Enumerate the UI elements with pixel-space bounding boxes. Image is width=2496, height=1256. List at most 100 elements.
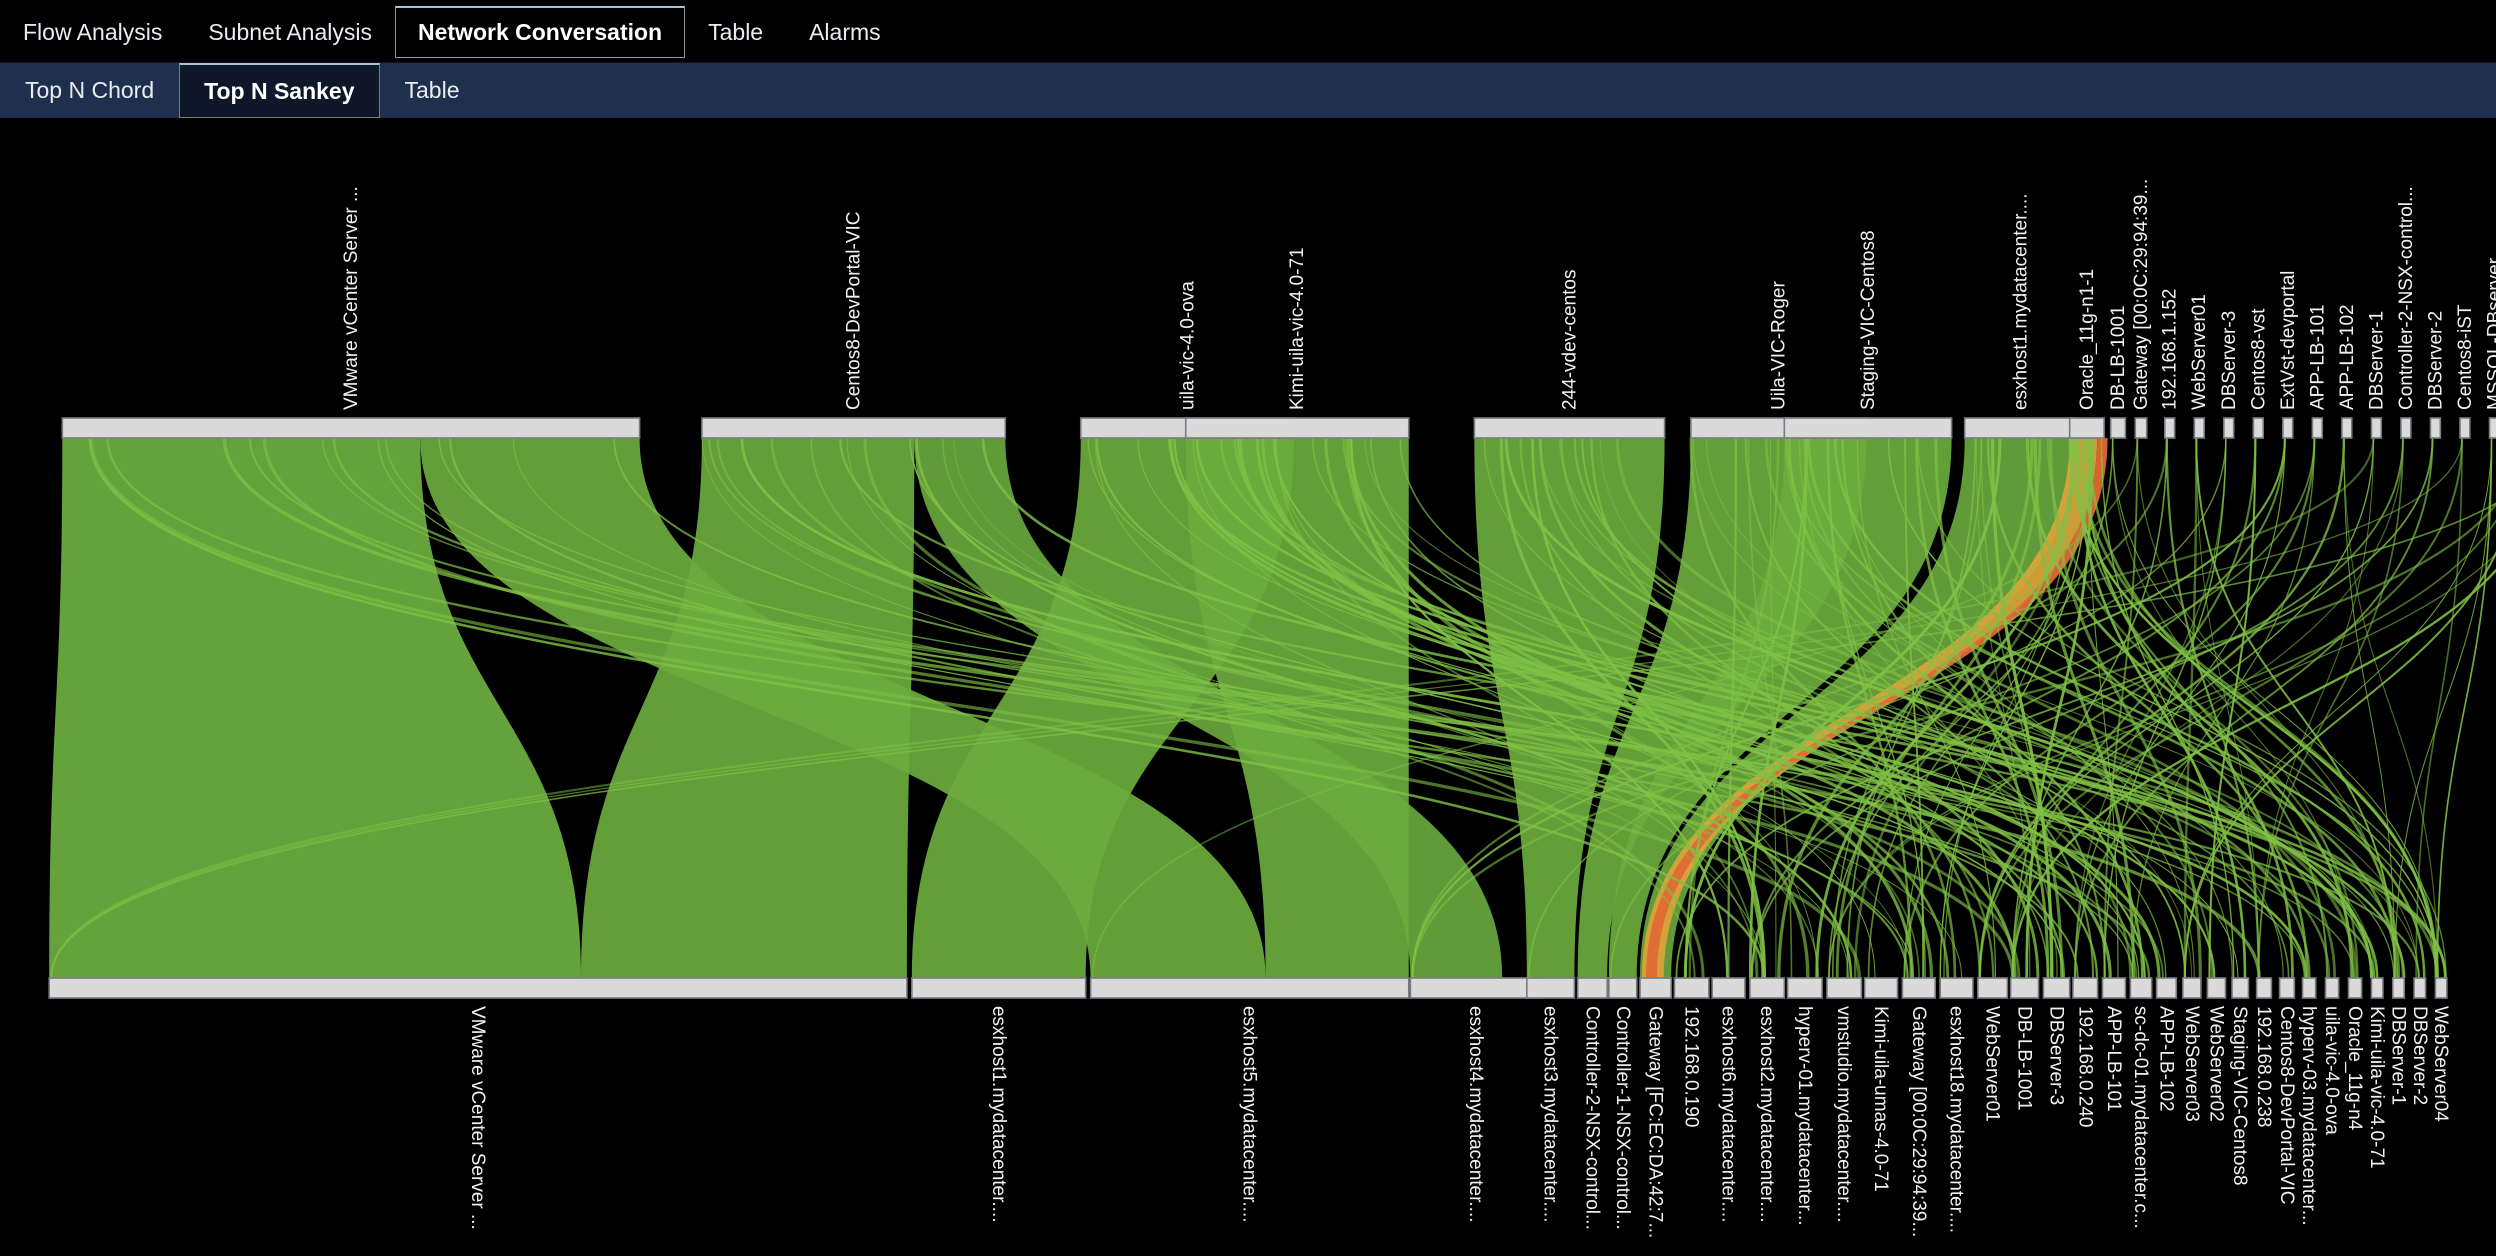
target-node[interactable] xyxy=(2413,977,2427,999)
source-node[interactable] xyxy=(61,417,641,439)
target-node[interactable] xyxy=(1977,977,2009,999)
target-label: hyperv-01.mydatacenter... xyxy=(1794,1006,1815,1226)
sankey-svg[interactable]: VMware vCenter Server ... Centos8-DevPort… xyxy=(0,119,2496,1256)
source-label: APP-LB-101 xyxy=(2307,304,2328,410)
source-label: Centos8-iST xyxy=(2455,304,2476,410)
source-node[interactable] xyxy=(2252,417,2265,439)
target-node[interactable] xyxy=(1526,977,1576,999)
target-node[interactable] xyxy=(1608,977,1638,999)
target-node[interactable] xyxy=(2182,977,2202,999)
source-node[interactable] xyxy=(2429,417,2442,439)
sankey-link-strand[interactable] xyxy=(2394,437,2493,979)
target-label: Centos8-DevPortal-VIC xyxy=(2276,1006,2297,1205)
target-node[interactable] xyxy=(2206,977,2227,999)
source-node[interactable] xyxy=(1963,417,2078,439)
target-node[interactable] xyxy=(2324,977,2340,999)
tab-alarms[interactable]: Alarms xyxy=(786,6,904,58)
target-node[interactable] xyxy=(1409,977,1543,999)
target-node[interactable] xyxy=(2434,977,2448,999)
subtab-top-n-chord[interactable]: Top N Chord xyxy=(0,63,179,118)
target-node[interactable] xyxy=(1576,977,1609,999)
source-label: Controller-2-NSX-control... xyxy=(2396,186,2417,410)
source-node[interactable] xyxy=(1184,417,1410,439)
target-label: esxhost6.mydatacenter.... xyxy=(1718,1006,1739,1223)
source-label: WebServer01 xyxy=(2189,294,2210,410)
target-label: 192.168.0.238 xyxy=(2253,1006,2274,1128)
target-label: DBServer-2 xyxy=(2409,1006,2430,1105)
target-node[interactable] xyxy=(1786,977,1823,999)
source-node[interactable] xyxy=(1783,417,1953,439)
target-label: esxhost2.mydatacenter.... xyxy=(1756,1006,1777,1223)
target-node[interactable] xyxy=(2129,977,2153,999)
target-node[interactable] xyxy=(2278,977,2296,999)
source-node[interactable] xyxy=(2164,417,2176,439)
target-label: Gateway [00:0C:29:94:39... xyxy=(1908,1006,1929,1237)
source-node[interactable] xyxy=(2370,417,2383,439)
target-label: esxhost4.mydatacenter.... xyxy=(1465,1006,1486,1223)
target-label: Kimi-uila-vic-4.0-71 xyxy=(2366,1006,2387,1169)
target-node[interactable] xyxy=(2155,977,2178,999)
source-label: Centos8-DevPortal-VIC xyxy=(844,211,865,410)
source-label: DBServer-3 xyxy=(2219,311,2240,410)
source-node[interactable] xyxy=(2193,417,2205,439)
sub-tab-bar: Top N Chord Top N Sankey Table xyxy=(0,62,2496,118)
target-label: uila-vic-4.0-ova xyxy=(2321,1006,2342,1135)
tab-table[interactable]: Table xyxy=(685,6,786,58)
target-node[interactable] xyxy=(2347,977,2363,999)
source-label: Staging-VIC-Centos8 xyxy=(1858,230,1879,410)
target-node[interactable] xyxy=(2042,977,2071,999)
target-label: hyperv-03.mydatacenter... xyxy=(2298,1006,2319,1226)
target-node[interactable] xyxy=(1089,977,1410,999)
target-label: Gateway [FC:EC:DA:42:7... xyxy=(1645,1006,1666,1238)
source-node[interactable] xyxy=(701,417,1007,439)
target-node[interactable] xyxy=(2009,977,2040,999)
target-node[interactable] xyxy=(2370,977,2384,999)
target-node[interactable] xyxy=(1863,977,1899,999)
source-node[interactable] xyxy=(2068,417,2105,439)
source-node[interactable] xyxy=(2282,417,2294,439)
source-node[interactable] xyxy=(2459,417,2471,439)
tab-flow-analysis[interactable]: Flow Analysis xyxy=(0,6,185,58)
target-node[interactable] xyxy=(1901,977,1937,999)
sankey-target-node-layer[interactable] xyxy=(48,977,2448,999)
sankey-diagram[interactable]: VMware vCenter Server ... Centos8-DevPort… xyxy=(0,119,2496,1256)
source-node[interactable] xyxy=(2109,417,2127,439)
target-node[interactable] xyxy=(1826,977,1863,999)
target-node[interactable] xyxy=(1711,977,1746,999)
target-node[interactable] xyxy=(1939,977,1974,999)
source-label: esxhost1.mydatacenter.... xyxy=(2010,193,2031,410)
sankey-link-layer[interactable] xyxy=(49,437,2496,979)
source-label: DB-LB-1001 xyxy=(2108,305,2129,410)
subtab-top-n-sankey[interactable]: Top N Sankey xyxy=(179,63,380,118)
target-node[interactable] xyxy=(2391,977,2406,999)
target-node[interactable] xyxy=(2101,977,2127,999)
source-label: VMware vCenter Server ... xyxy=(341,186,362,410)
source-node[interactable] xyxy=(2341,417,2353,439)
source-node[interactable] xyxy=(2223,417,2235,439)
target-node[interactable] xyxy=(1673,977,1710,999)
source-label: uila-vic-4.0-ova xyxy=(1177,281,1198,410)
target-node[interactable] xyxy=(911,977,1087,999)
subtab-table[interactable]: Table xyxy=(380,63,485,118)
source-node[interactable] xyxy=(2134,417,2148,439)
source-node[interactable] xyxy=(2488,417,2496,439)
source-node[interactable] xyxy=(2311,417,2324,439)
sankey-source-node-layer[interactable] xyxy=(61,417,2496,439)
target-label: WebServer04 xyxy=(2430,1006,2451,1122)
target-label: 192.168.0.190 xyxy=(1681,1006,1702,1128)
tab-network-conversation[interactable]: Network Conversation xyxy=(395,6,686,58)
target-node[interactable] xyxy=(2231,977,2250,999)
tab-subnet-analysis[interactable]: Subnet Analysis xyxy=(185,6,395,58)
source-node[interactable] xyxy=(2400,417,2412,439)
target-node[interactable] xyxy=(48,977,908,999)
source-node[interactable] xyxy=(1473,417,1666,439)
sankey-link-strand[interactable] xyxy=(2195,437,2260,979)
target-node[interactable] xyxy=(1639,977,1672,999)
target-label: esxhost3.mydatacenter.... xyxy=(1540,1006,1561,1223)
target-node[interactable] xyxy=(2301,977,2317,999)
target-node[interactable] xyxy=(2072,977,2099,999)
target-label: APP-LB-101 xyxy=(2103,1006,2124,1112)
target-node[interactable] xyxy=(1749,977,1786,999)
target-label: Staging-VIC-Centos8 xyxy=(2229,1006,2250,1186)
target-node[interactable] xyxy=(2255,977,2273,999)
